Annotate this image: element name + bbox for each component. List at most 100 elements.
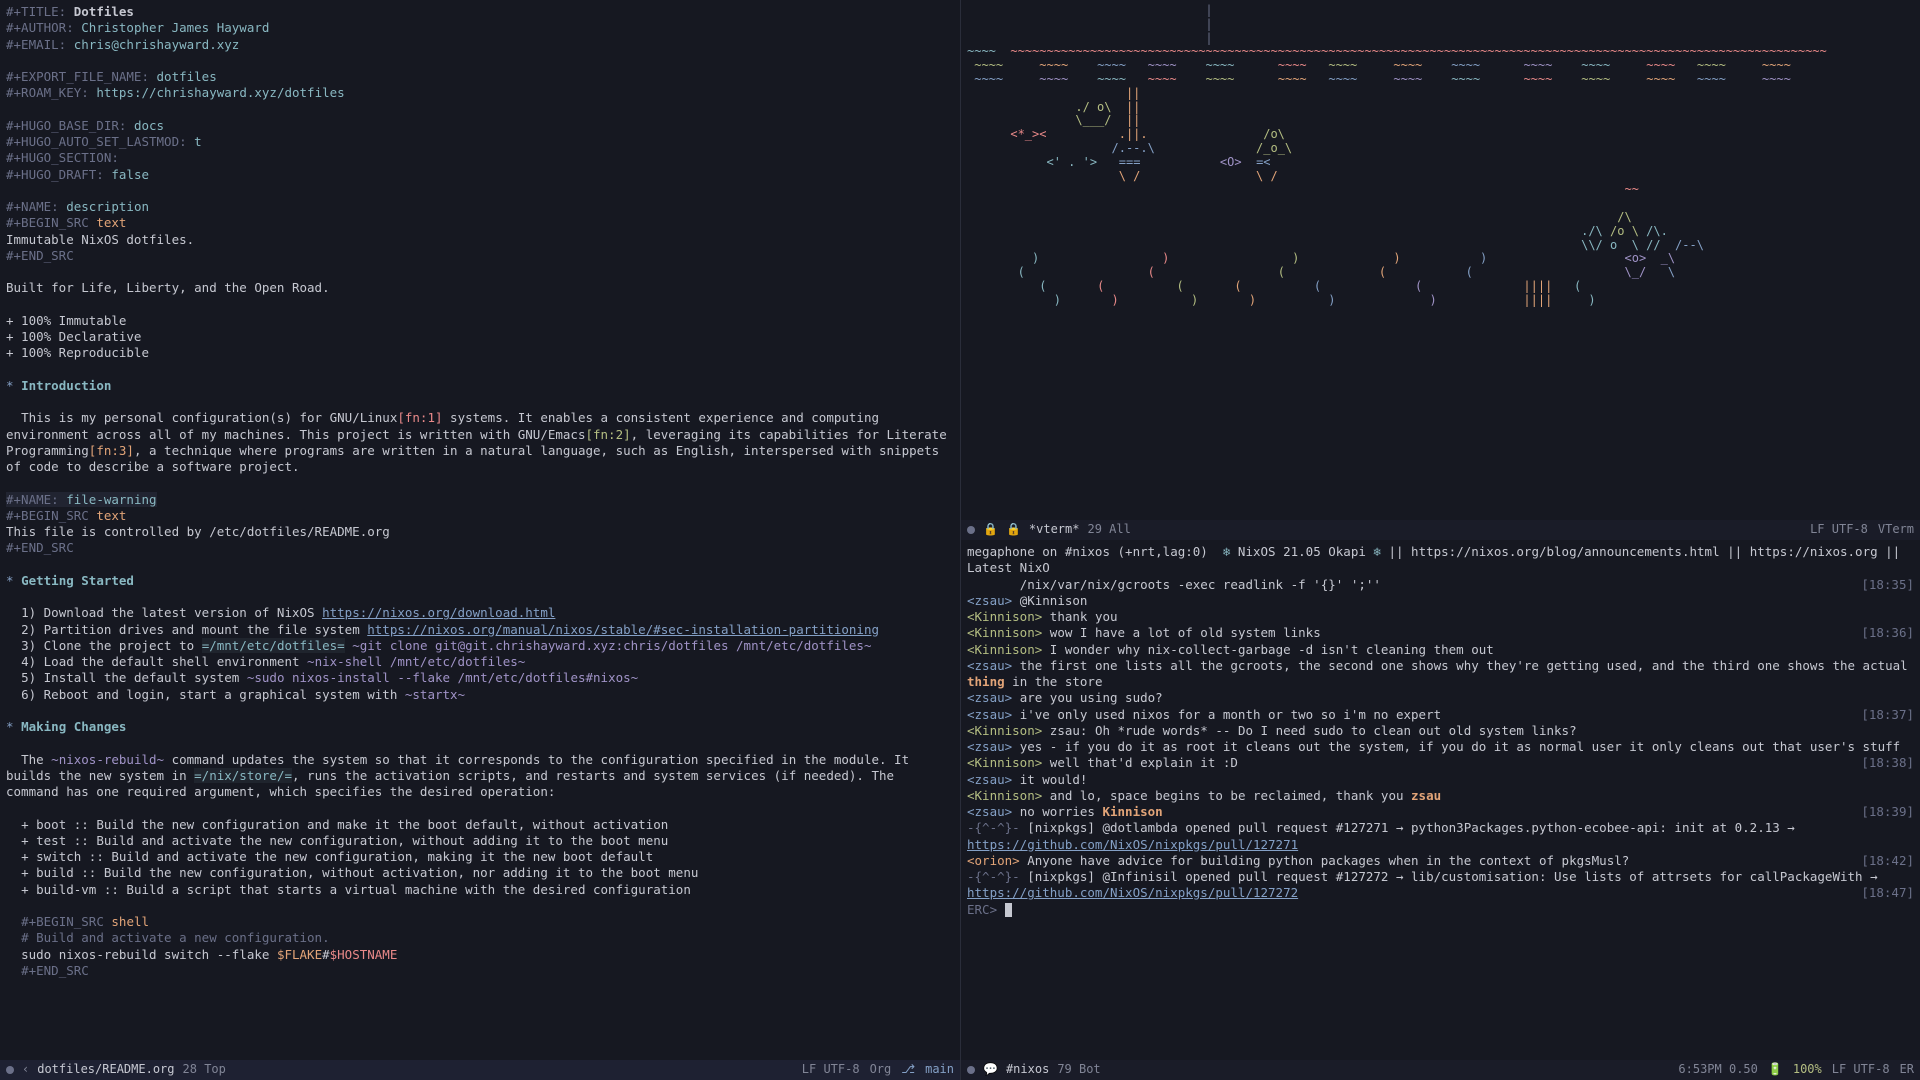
warn-body: This file is controlled by /etc/dotfiles… <box>6 524 390 539</box>
heading-making-changes[interactable]: Making Changes <box>21 719 126 734</box>
modeline-position: 28 Top <box>183 1062 226 1078</box>
irc-buffer[interactable]: megaphone on #nixos (+nrt,lag:0) ❄ NixOS… <box>967 544 1914 918</box>
git-branch-icon: ⎇ <box>901 1062 915 1078</box>
modeline-buffer: #nixos <box>1006 1062 1049 1078</box>
org-document[interactable]: #+TITLE: Dotfiles #+AUTHOR: Christopher … <box>6 4 954 995</box>
title-keyword: #+TITLE: <box>6 4 66 19</box>
pr-link[interactable]: https://github.com/NixOS/nixpkgs/pull/12… <box>967 885 1298 900</box>
roam-value: https://chrishayward.xyz/dotfiles <box>96 85 344 100</box>
modified-indicator-icon <box>967 1066 975 1074</box>
step-2-text: 2) Partition drives and mount the file s… <box>21 622 367 637</box>
cursor[interactable] <box>1005 903 1012 917</box>
irc-timestamp: [18:39] <box>1861 804 1914 820</box>
partition-link[interactable]: https://nixos.org/manual/nixos/stable/#s… <box>367 622 879 637</box>
irc-nick[interactable]: <zsau> <box>967 690 1012 705</box>
irc-nick[interactable]: <Kinnison> <box>967 625 1042 640</box>
step-3-cmd: ~git clone git@git.chrishayward.xyz:chri… <box>345 638 872 653</box>
src-lang-shell: shell <box>111 914 149 929</box>
pr-link[interactable]: https://github.com/NixOS/nixpkgs/pull/12… <box>967 837 1298 852</box>
end-src-keyword: #+END_SRC <box>6 248 74 263</box>
flake-var: $FLAKE <box>277 947 322 962</box>
begin-src-keyword-3: #+BEGIN_SRC <box>21 914 104 929</box>
end-src-keyword-2: #+END_SRC <box>6 540 74 555</box>
heading-getting-started[interactable]: Getting Started <box>21 573 134 588</box>
irc-pane[interactable]: megaphone on #nixos (+nrt,lag:0) ❄ NixOS… <box>960 540 1920 1080</box>
email-keyword: #+EMAIL: <box>6 37 66 52</box>
back-icon[interactable]: ‹ <box>22 1062 29 1078</box>
modeline-file: dotfiles/README.org <box>37 1062 174 1078</box>
feat-declarative: + 100% Declarative <box>6 329 141 344</box>
irc-nick[interactable]: <zsau> <box>967 772 1012 787</box>
mc-text-1: The <box>21 752 51 767</box>
step-4-text: 4) Load the default shell environment <box>21 654 307 669</box>
irc-nick[interactable]: <Kinnison> <box>967 788 1042 803</box>
ascii-art: | | | ~~~~ ~~~~~~~~~~~~~~~~~~~~~~~~~~~~~… <box>967 4 1914 308</box>
irc-nick[interactable]: <Kinnison> <box>967 723 1042 738</box>
irc-highlight: thing <box>967 674 1005 689</box>
irc-nick[interactable]: <orion> <box>967 853 1020 868</box>
footnote-1[interactable]: [fn:1] <box>397 410 442 425</box>
op-switch: + switch :: Build and activate the new c… <box>21 849 653 864</box>
readonly-lock-icon: 🔒 <box>983 522 998 538</box>
irc-msg: are you using sudo? <box>1020 690 1163 705</box>
irc-nick[interactable]: <zsau> <box>967 707 1012 722</box>
modeline-buffer: *vterm* <box>1029 522 1080 538</box>
step-5-text: 5) Install the default system <box>21 670 247 685</box>
modified-indicator-icon <box>967 526 975 534</box>
hugo-base-value: docs <box>134 118 164 133</box>
step-3-text: 3) Clone the project to <box>21 638 202 653</box>
irc-timestamp: [18:47] <box>1861 885 1914 901</box>
irc-modeline: 💬 #nixos 79 Bot 6:53PM 0.50 🔋 100% LF UT… <box>961 1060 1920 1080</box>
op-build-vm: + build-vm :: Build a script that starts… <box>21 882 691 897</box>
irc-topic-a: megaphone on #nixos (+nrt,lag:0) <box>967 544 1223 559</box>
irc-msg: Anyone have advice for building python p… <box>1027 853 1629 868</box>
step-3-path: =/mnt/etc/dotfiles= <box>202 638 345 653</box>
modeline-encoding: LF UTF-8 <box>1832 1062 1890 1078</box>
begin-src-keyword: #+BEGIN_SRC <box>6 215 89 230</box>
hugo-draft-keyword: #+HUGO_DRAFT: <box>6 167 104 182</box>
irc-nick[interactable]: <Kinnison> <box>967 642 1042 657</box>
irc-msg: thank you <box>1050 609 1118 624</box>
irc-timestamp: [18:35] <box>1861 577 1914 593</box>
irc-nick[interactable]: <zsau> <box>967 739 1012 754</box>
modeline-encoding: LF UTF-8 <box>802 1062 860 1078</box>
roam-keyword: #+ROAM_KEY: <box>6 85 89 100</box>
heart-icon: ❄ <box>1373 544 1381 559</box>
irc-nick[interactable]: <zsau> <box>967 804 1012 819</box>
irc-msg: the first one lists all the gcroots, the… <box>1020 658 1908 673</box>
vterm-pane[interactable]: | | | ~~~~ ~~~~~~~~~~~~~~~~~~~~~~~~~~~~~… <box>960 0 1920 540</box>
modeline-branch: main <box>925 1062 954 1078</box>
irc-nick[interactable]: <Kinnison> <box>967 755 1042 770</box>
end-src-keyword-3: #+END_SRC <box>21 963 89 978</box>
heading-star: * <box>6 719 14 734</box>
heading-star: * <box>6 573 14 588</box>
heading-star: * <box>6 378 14 393</box>
battery-icon: 🔋 <box>1768 1062 1783 1078</box>
author-keyword: #+AUTHOR: <box>6 20 74 35</box>
footnote-3[interactable]: [fn:3] <box>89 443 134 458</box>
irc-nick[interactable]: <zsau> <box>967 658 1012 673</box>
irc-msg: no worries <box>1020 804 1103 819</box>
irc-msg: @Kinnison <box>1020 593 1088 608</box>
irc-timestamp: [18:42] <box>1861 853 1914 869</box>
name-warn-keyword: #+NAME: <box>6 492 59 507</box>
modeline-mode: VTerm <box>1878 522 1914 538</box>
modeline-battery: 100% <box>1793 1062 1822 1078</box>
irc-nick[interactable]: <zsau> <box>967 593 1012 608</box>
modeline-encoding: LF UTF-8 <box>1810 522 1868 538</box>
download-link[interactable]: https://nixos.org/download.html <box>322 605 555 620</box>
begin-src-keyword-2: #+BEGIN_SRC <box>6 508 89 523</box>
org-editor-pane[interactable]: #+TITLE: Dotfiles #+AUTHOR: Christopher … <box>0 0 960 1080</box>
lock-icon: 🔒 <box>1006 522 1021 538</box>
footnote-2[interactable]: [fn:2] <box>585 427 630 442</box>
irc-msg: well that'd explain it :D <box>1050 755 1238 770</box>
irc-msg: [nixpkgs] @dotlambda opened pull request… <box>1027 820 1802 835</box>
irc-bot-nick[interactable]: -{^-^}- <box>967 820 1020 835</box>
irc-timestamp: [18:36] <box>1861 625 1914 641</box>
irc-nick[interactable]: <Kinnison> <box>967 609 1042 624</box>
irc-msg: yes - if you do it as root it cleans out… <box>1020 739 1901 754</box>
modified-indicator-icon <box>6 1066 14 1074</box>
irc-bot-nick[interactable]: -{^-^}- <box>967 869 1020 884</box>
heading-introduction[interactable]: Introduction <box>21 378 111 393</box>
org-modeline: ‹ dotfiles/README.org 28 Top LF UTF-8 Or… <box>0 1060 960 1080</box>
